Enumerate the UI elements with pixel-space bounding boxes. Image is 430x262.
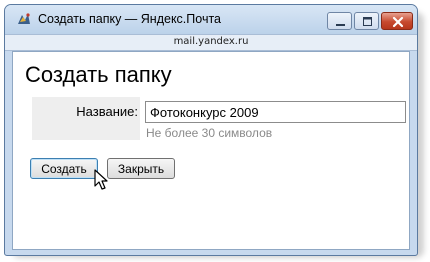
- create-button[interactable]: Создать: [30, 158, 98, 179]
- title-bar[interactable]: Создать папку — Яндекс.Почта: [5, 5, 417, 34]
- close-icon: [392, 16, 404, 28]
- page-title: Создать папку: [25, 62, 172, 87]
- minimize-icon: [336, 24, 345, 26]
- maximize-icon: [363, 17, 372, 26]
- folder-name-hint: Не более 30 символов: [146, 126, 273, 140]
- yandex-mail-icon: [18, 13, 30, 24]
- window-title: Создать папку — Яндекс.Почта: [38, 12, 221, 26]
- maximize-button[interactable]: [354, 12, 379, 30]
- popup-window: Создать папку — Яндекс.Почта mail.yandex…: [4, 4, 418, 256]
- close-window-button[interactable]: [381, 12, 413, 30]
- mouse-pointer-icon: [94, 169, 108, 190]
- folder-name-input[interactable]: [145, 101, 406, 123]
- address-bar: mail.yandex.ru: [5, 34, 417, 51]
- close-button[interactable]: Закрыть: [107, 158, 175, 179]
- dialog-content: Создать папку Название: Не более 30 симв…: [12, 51, 410, 250]
- minimize-button[interactable]: [327, 12, 352, 30]
- folder-name-label: Название:: [76, 104, 138, 119]
